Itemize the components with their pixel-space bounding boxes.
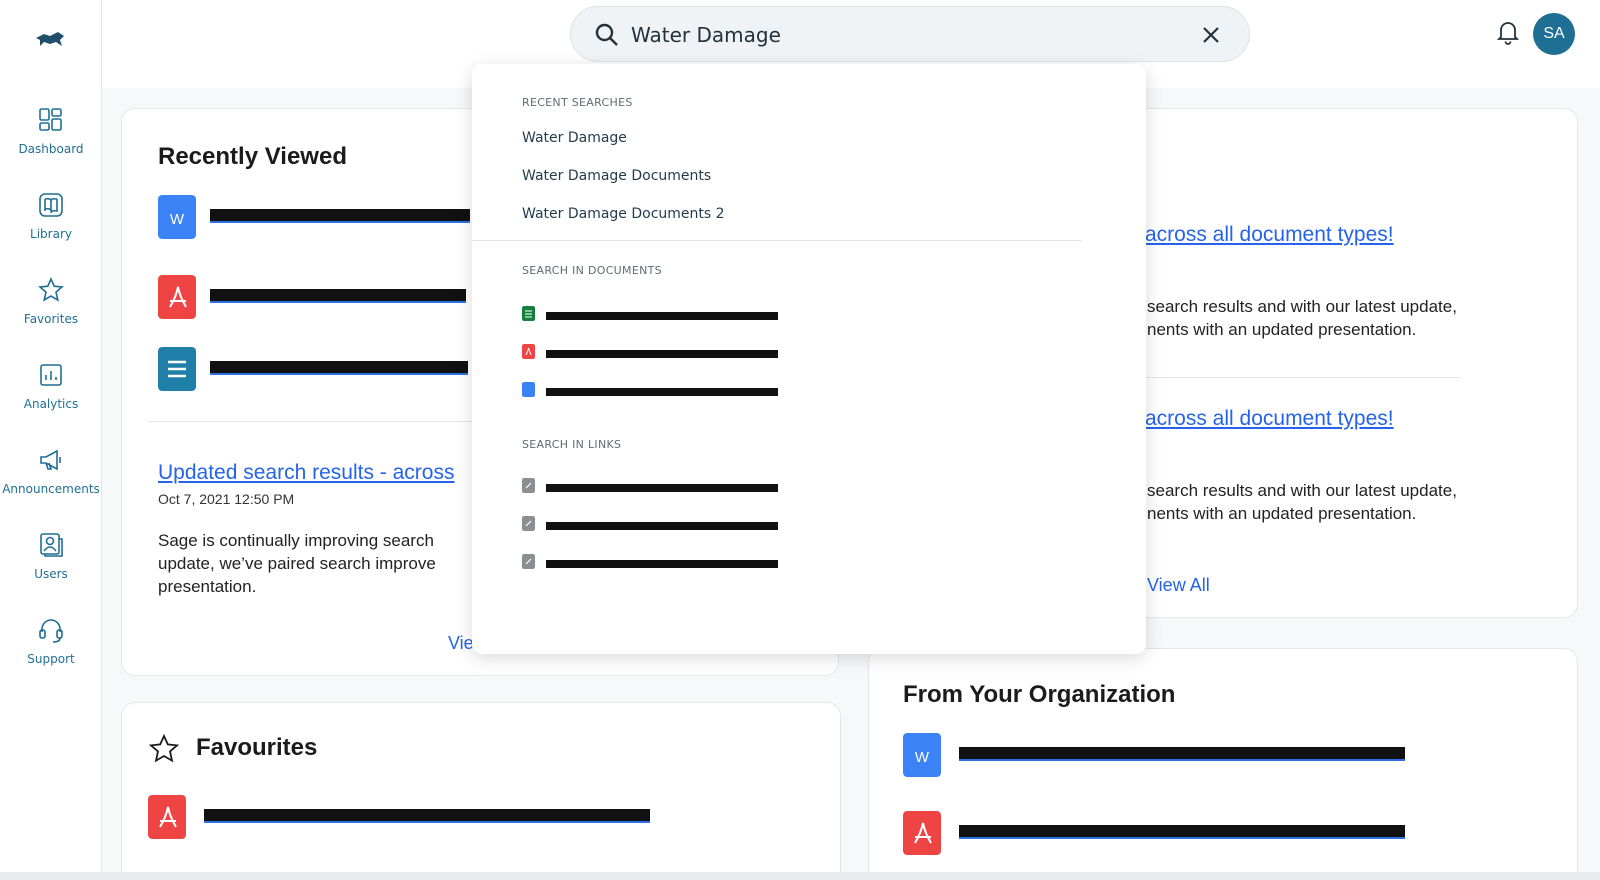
redacted-document-link[interactable] xyxy=(210,209,470,223)
view-all-link[interactable]: Vie xyxy=(448,633,474,654)
recent-searches-heading: RECENT SEARCHES xyxy=(522,96,633,109)
svg-text:W: W xyxy=(915,749,930,766)
sidebar-item-analytics[interactable]: Analytics xyxy=(0,361,102,413)
redacted-result-text xyxy=(546,522,778,530)
pdf-file-icon xyxy=(522,344,535,359)
sidebar-item-label: Analytics xyxy=(23,397,79,411)
recent-search-item[interactable]: Water Damage Documents xyxy=(522,168,711,184)
search-input[interactable] xyxy=(631,19,1171,51)
announcement-title-link[interactable]: across all document types! xyxy=(1145,223,1545,247)
link-icon xyxy=(522,516,535,531)
search-in-documents-heading: SEARCH IN DOCUMENTS xyxy=(522,264,662,277)
favourites-card: Favourites xyxy=(121,702,841,880)
users-icon xyxy=(40,533,63,557)
divider xyxy=(148,421,478,422)
card-title: Favourites xyxy=(196,734,318,761)
redacted-document-link[interactable] xyxy=(210,361,468,375)
redacted-result-text xyxy=(546,484,778,492)
close-icon[interactable] xyxy=(1197,21,1225,49)
sidebar-item-dashboard[interactable]: Dashboard xyxy=(0,106,102,158)
redacted-result-text xyxy=(546,312,778,320)
link-result[interactable] xyxy=(522,478,782,494)
document-file-icon xyxy=(158,347,196,391)
logo-icon xyxy=(36,32,64,46)
search-in-links-heading: SEARCH IN LINKS xyxy=(522,438,622,451)
card-title: From Your Organization xyxy=(903,681,1176,708)
sidebar-item-users[interactable]: Users xyxy=(0,531,102,583)
list-item xyxy=(903,811,1503,855)
announcement-body: Sage is continually improving search xyxy=(158,531,434,550)
announcement-date: Oct 7, 2021 12:50 PM xyxy=(158,491,295,507)
sidebar-item-announcements[interactable]: Announcements xyxy=(0,446,102,498)
word-file-icon xyxy=(522,382,535,397)
list-item: W xyxy=(903,733,1503,777)
sheet-file-icon xyxy=(522,306,535,321)
announcement-body: presentation. xyxy=(158,577,257,596)
card-title: Recently Viewed xyxy=(158,143,347,170)
list-item xyxy=(148,795,748,839)
megaphone-icon xyxy=(40,449,61,471)
redacted-document-link[interactable] xyxy=(210,289,466,303)
sidebar: Dashboard Library Favorites Analytics An… xyxy=(0,0,102,880)
star-icon xyxy=(148,733,180,763)
link-result[interactable] xyxy=(522,516,782,532)
pdf-file-icon xyxy=(158,275,196,319)
star-icon xyxy=(38,277,64,302)
analytics-icon xyxy=(40,364,62,386)
redacted-result-text xyxy=(546,388,778,396)
divider xyxy=(472,240,1082,241)
sidebar-item-library[interactable]: Library xyxy=(0,191,102,243)
sidebar-item-label: Library xyxy=(30,227,72,241)
divider xyxy=(1147,377,1461,378)
svg-text:W: W xyxy=(170,211,185,228)
search-bar xyxy=(570,6,1250,62)
library-icon xyxy=(39,193,63,217)
pdf-file-icon xyxy=(903,811,941,855)
announcement-body: search results and with our latest updat… xyxy=(1147,297,1457,316)
sidebar-item-support[interactable]: Support xyxy=(0,616,102,668)
redacted-result-text xyxy=(546,560,778,568)
search-icon xyxy=(595,23,618,46)
recent-search-item[interactable]: Water Damage Documents 2 xyxy=(522,206,725,222)
announcement-body: nents with an updated presentation. xyxy=(1147,320,1417,339)
sidebar-item-label: Announcements xyxy=(2,482,100,496)
sidebar-item-label: Favorites xyxy=(23,312,79,326)
word-file-icon: W xyxy=(158,195,196,239)
dashboard-icon xyxy=(39,108,62,131)
view-all-link[interactable]: View All xyxy=(1147,575,1267,596)
recent-search-item[interactable]: Water Damage xyxy=(522,130,627,146)
sidebar-item-favorites[interactable]: Favorites xyxy=(0,276,102,328)
redacted-document-link[interactable] xyxy=(959,825,1405,839)
organization-card: From Your Organization W xyxy=(868,648,1578,880)
announcement-body: nents with an updated presentation. xyxy=(1147,504,1417,523)
announcement-title-link[interactable]: Updated search results - across xyxy=(158,461,474,485)
redacted-document-link[interactable] xyxy=(204,809,650,823)
redacted-result-text xyxy=(546,350,778,358)
sidebar-item-label: Users xyxy=(34,567,68,581)
word-file-icon: W xyxy=(903,733,941,777)
document-result[interactable] xyxy=(522,382,782,398)
link-icon xyxy=(522,478,535,493)
avatar[interactable]: SA xyxy=(1533,13,1575,55)
sidebar-item-label: Support xyxy=(27,652,75,666)
search-dropdown: RECENT SEARCHES Water Damage Water Damag… xyxy=(472,64,1146,654)
link-icon xyxy=(522,554,535,569)
link-result[interactable] xyxy=(522,554,782,570)
document-result[interactable] xyxy=(522,306,782,322)
bell-icon[interactable] xyxy=(1494,18,1522,46)
bottom-edge xyxy=(0,872,1600,880)
announcement-body: update, we’ve paired search improve xyxy=(158,554,436,573)
document-result[interactable] xyxy=(522,344,782,360)
announcement-title-link[interactable]: across all document types! xyxy=(1145,407,1545,431)
headset-icon xyxy=(39,619,63,643)
pdf-file-icon xyxy=(148,795,186,839)
announcement-body: search results and with our latest updat… xyxy=(1147,481,1457,500)
redacted-document-link[interactable] xyxy=(959,747,1405,761)
sidebar-item-label: Dashboard xyxy=(18,142,84,156)
